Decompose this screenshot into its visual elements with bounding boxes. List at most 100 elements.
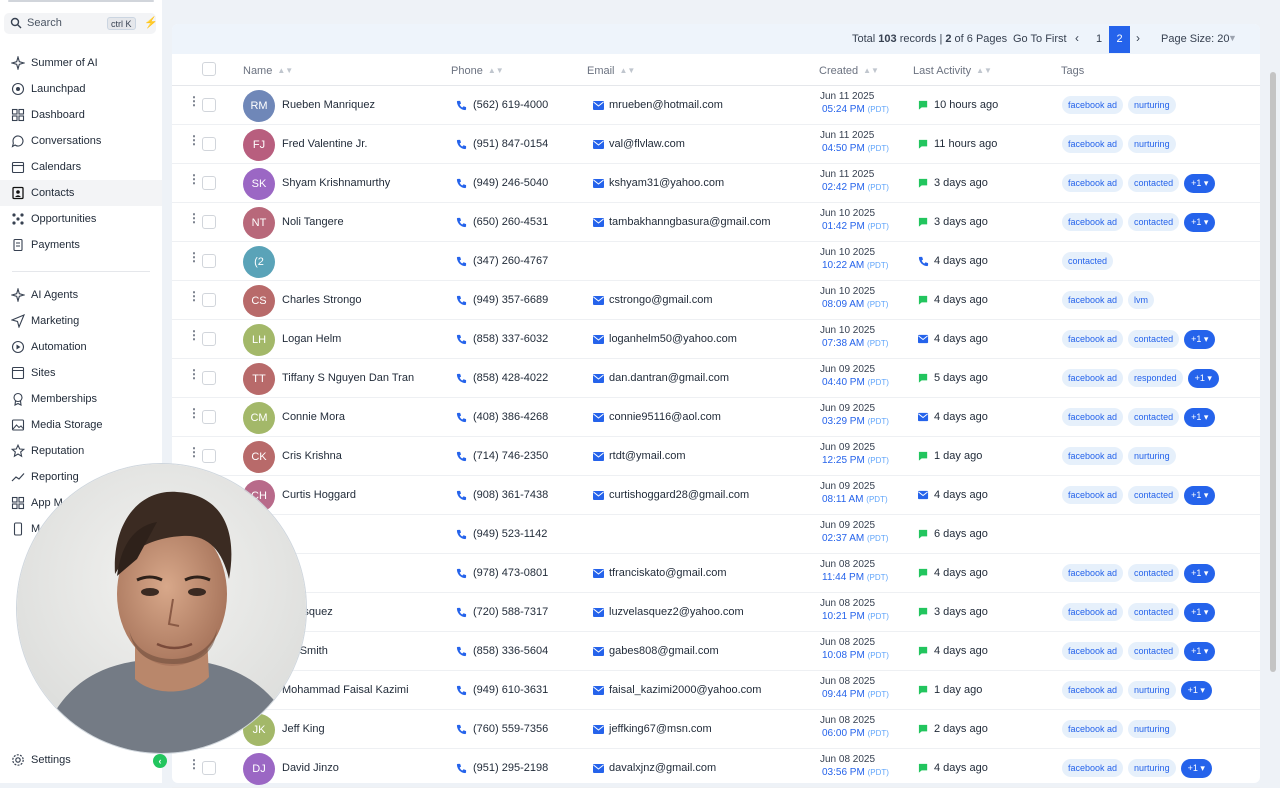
drag-handle-icon[interactable]: ⋮: [188, 251, 200, 269]
sidebar-item-automation[interactable]: Automation: [0, 334, 162, 360]
drag-handle-icon[interactable]: ⋮: [188, 329, 200, 347]
drag-handle-icon[interactable]: ⋮: [188, 95, 200, 113]
prev-page-icon[interactable]: ‹: [1075, 31, 1079, 45]
table-row[interactable]: ⋮(949) 523-1142Jun 09 202502:37 AM (PDT)…: [172, 515, 1260, 554]
page-1-button[interactable]: 1: [1090, 27, 1108, 51]
tag-badge[interactable]: contacted: [1062, 252, 1114, 270]
avatar[interactable]: NT: [243, 207, 275, 239]
tag-badge[interactable]: facebook ad: [1062, 603, 1124, 621]
contact-phone[interactable]: (347) 260-4767: [473, 255, 548, 267]
avatar[interactable]: CK: [243, 441, 275, 473]
tag-badge[interactable]: nurturing: [1128, 759, 1176, 777]
table-row[interactable]: ⋮ (2 (347) 260-4767 Jun 10 2025 10:22 AM (PD…: [172, 242, 1260, 281]
row-checkbox[interactable]: [202, 371, 216, 385]
contact-email[interactable]: gabes808@gmail.com: [609, 645, 719, 657]
go-to-first-button[interactable]: Go To First: [1013, 33, 1067, 45]
drag-handle-icon[interactable]: ⋮: [188, 407, 200, 425]
tag-badge[interactable]: contacted: [1128, 174, 1180, 192]
tag-badge[interactable]: facebook ad: [1062, 564, 1124, 582]
contact-name[interactable]: Shyam Krishnamurthy: [282, 177, 390, 189]
contact-email[interactable]: val@flvlaw.com: [609, 138, 685, 150]
sidebar-item-media-storage[interactable]: Media Storage: [0, 412, 162, 438]
tag-badge[interactable]: contacted: [1128, 408, 1180, 426]
tag-badge[interactable]: facebook ad: [1062, 213, 1124, 231]
contact-email[interactable]: rtdt@ymail.com: [609, 450, 686, 462]
table-row[interactable]: ⋮ SK Shyam Krishnamurthy (949) 246-5040 kshy…: [172, 164, 1260, 203]
tag-badge[interactable]: facebook ad: [1062, 447, 1124, 465]
contact-phone[interactable]: (562) 619-4000: [473, 99, 548, 111]
tag-badge[interactable]: responded: [1128, 369, 1183, 387]
sort-icon[interactable]: ▲▼: [976, 66, 992, 75]
contact-phone[interactable]: (408) 386-4268: [473, 411, 548, 423]
table-row[interactable]: ⋮JKJeff King(760) 559-7356jeffking67@msn…: [172, 710, 1260, 749]
tag-badge[interactable]: facebook ad: [1062, 681, 1124, 699]
table-row[interactable]: ⋮ CS Charles Strongo (949) 357-6689 cstrongo…: [172, 281, 1260, 320]
contact-name[interactable]: David Jinzo: [282, 762, 339, 774]
tag-badge[interactable]: contacted: [1128, 486, 1180, 504]
sidebar-item-calendars[interactable]: Calendars: [0, 154, 162, 180]
more-tags-button[interactable]: +1 ▾: [1184, 212, 1216, 232]
row-checkbox[interactable]: [202, 449, 216, 463]
row-checkbox[interactable]: [202, 98, 216, 112]
mail-icon[interactable]: [593, 452, 604, 461]
phone-icon[interactable]: [456, 139, 467, 150]
contact-phone[interactable]: (858) 337-6032: [473, 333, 548, 345]
phone-icon[interactable]: [456, 217, 467, 228]
tag-badge[interactable]: contacted: [1128, 603, 1180, 621]
mail-icon[interactable]: [593, 764, 604, 773]
col-last-activity[interactable]: Last Activity ▲▼: [913, 65, 992, 77]
avatar[interactable]: CS: [243, 285, 275, 317]
tag-badge[interactable]: nurturing: [1128, 447, 1176, 465]
contact-name[interactable]: Cris Krishna: [282, 450, 342, 462]
mail-icon[interactable]: [593, 179, 604, 188]
drag-handle-icon[interactable]: ⋮: [188, 446, 200, 464]
avatar[interactable]: (2: [243, 246, 275, 278]
contact-phone[interactable]: (949) 523-1142: [473, 528, 547, 540]
drag-handle-icon[interactable]: ⋮: [188, 368, 200, 386]
mail-icon[interactable]: [593, 374, 604, 383]
drag-handle-icon[interactable]: ⋮: [188, 134, 200, 152]
avatar[interactable]: SK: [243, 168, 275, 200]
phone-icon[interactable]: [456, 607, 467, 618]
phone-icon[interactable]: [456, 490, 467, 501]
col-name[interactable]: Name ▲▼: [243, 65, 293, 77]
sidebar-item-opportunities[interactable]: Opportunities: [0, 206, 162, 232]
contact-email[interactable]: dan.dantran@gmail.com: [609, 372, 729, 384]
contact-email[interactable]: mrueben@hotmail.com: [609, 99, 723, 111]
sidebar-item-reputation[interactable]: Reputation: [0, 438, 162, 464]
sidebar-item-summer-of-ai[interactable]: Summer of AI: [0, 50, 162, 76]
sort-icon[interactable]: ▲▼: [863, 66, 879, 75]
contact-name[interactable]: Charles Strongo: [282, 294, 362, 306]
contact-email[interactable]: cstrongo@gmail.com: [609, 294, 712, 306]
table-row[interactable]: ⋮B(978) 473-0801tfranciskato@gmail.comJu…: [172, 554, 1260, 593]
tag-badge[interactable]: facebook ad: [1062, 135, 1124, 153]
contact-name[interactable]: Fred Valentine Jr.: [282, 138, 367, 150]
table-row[interactable]: ⋮ FJ Fred Valentine Jr. (951) 847-0154 val@f…: [172, 125, 1260, 164]
mail-icon[interactable]: [593, 335, 604, 344]
sort-icon[interactable]: ▲▼: [488, 66, 504, 75]
contact-phone[interactable]: (720) 588-7317: [473, 606, 548, 618]
more-tags-button[interactable]: +1 ▾: [1184, 563, 1216, 583]
tag-badge[interactable]: nurturing: [1128, 720, 1176, 738]
phone-icon[interactable]: [456, 256, 467, 267]
vertical-scrollbar[interactable]: [1270, 72, 1276, 672]
contact-phone[interactable]: (760) 559-7356: [473, 723, 548, 735]
tag-badge[interactable]: nurturing: [1128, 135, 1176, 153]
phone-icon[interactable]: [456, 295, 467, 306]
row-checkbox[interactable]: [202, 176, 216, 190]
row-checkbox[interactable]: [202, 410, 216, 424]
more-tags-button[interactable]: +1 ▾: [1184, 641, 1216, 661]
mail-icon[interactable]: [593, 413, 604, 422]
chevron-down-icon[interactable]: ▼: [1228, 33, 1237, 43]
table-row[interactable]: ⋮ TT Tiffany S Nguyen Dan Tran (858) 428-40…: [172, 359, 1260, 398]
tag-badge[interactable]: facebook ad: [1062, 330, 1124, 348]
row-checkbox[interactable]: [202, 254, 216, 268]
table-row[interactable]: ⋮CHCurtis Hoggard(908) 361-7438curtishog…: [172, 476, 1260, 515]
sidebar-item-contacts[interactable]: Contacts: [0, 180, 162, 206]
more-tags-button[interactable]: +1 ▾: [1180, 680, 1212, 700]
row-checkbox[interactable]: [202, 215, 216, 229]
contact-phone[interactable]: (978) 473-0801: [473, 567, 548, 579]
avatar[interactable]: DJ: [243, 753, 275, 785]
contact-phone[interactable]: (949) 610-3631: [473, 684, 548, 696]
contact-name[interactable]: Curtis Hoggard: [282, 489, 356, 501]
